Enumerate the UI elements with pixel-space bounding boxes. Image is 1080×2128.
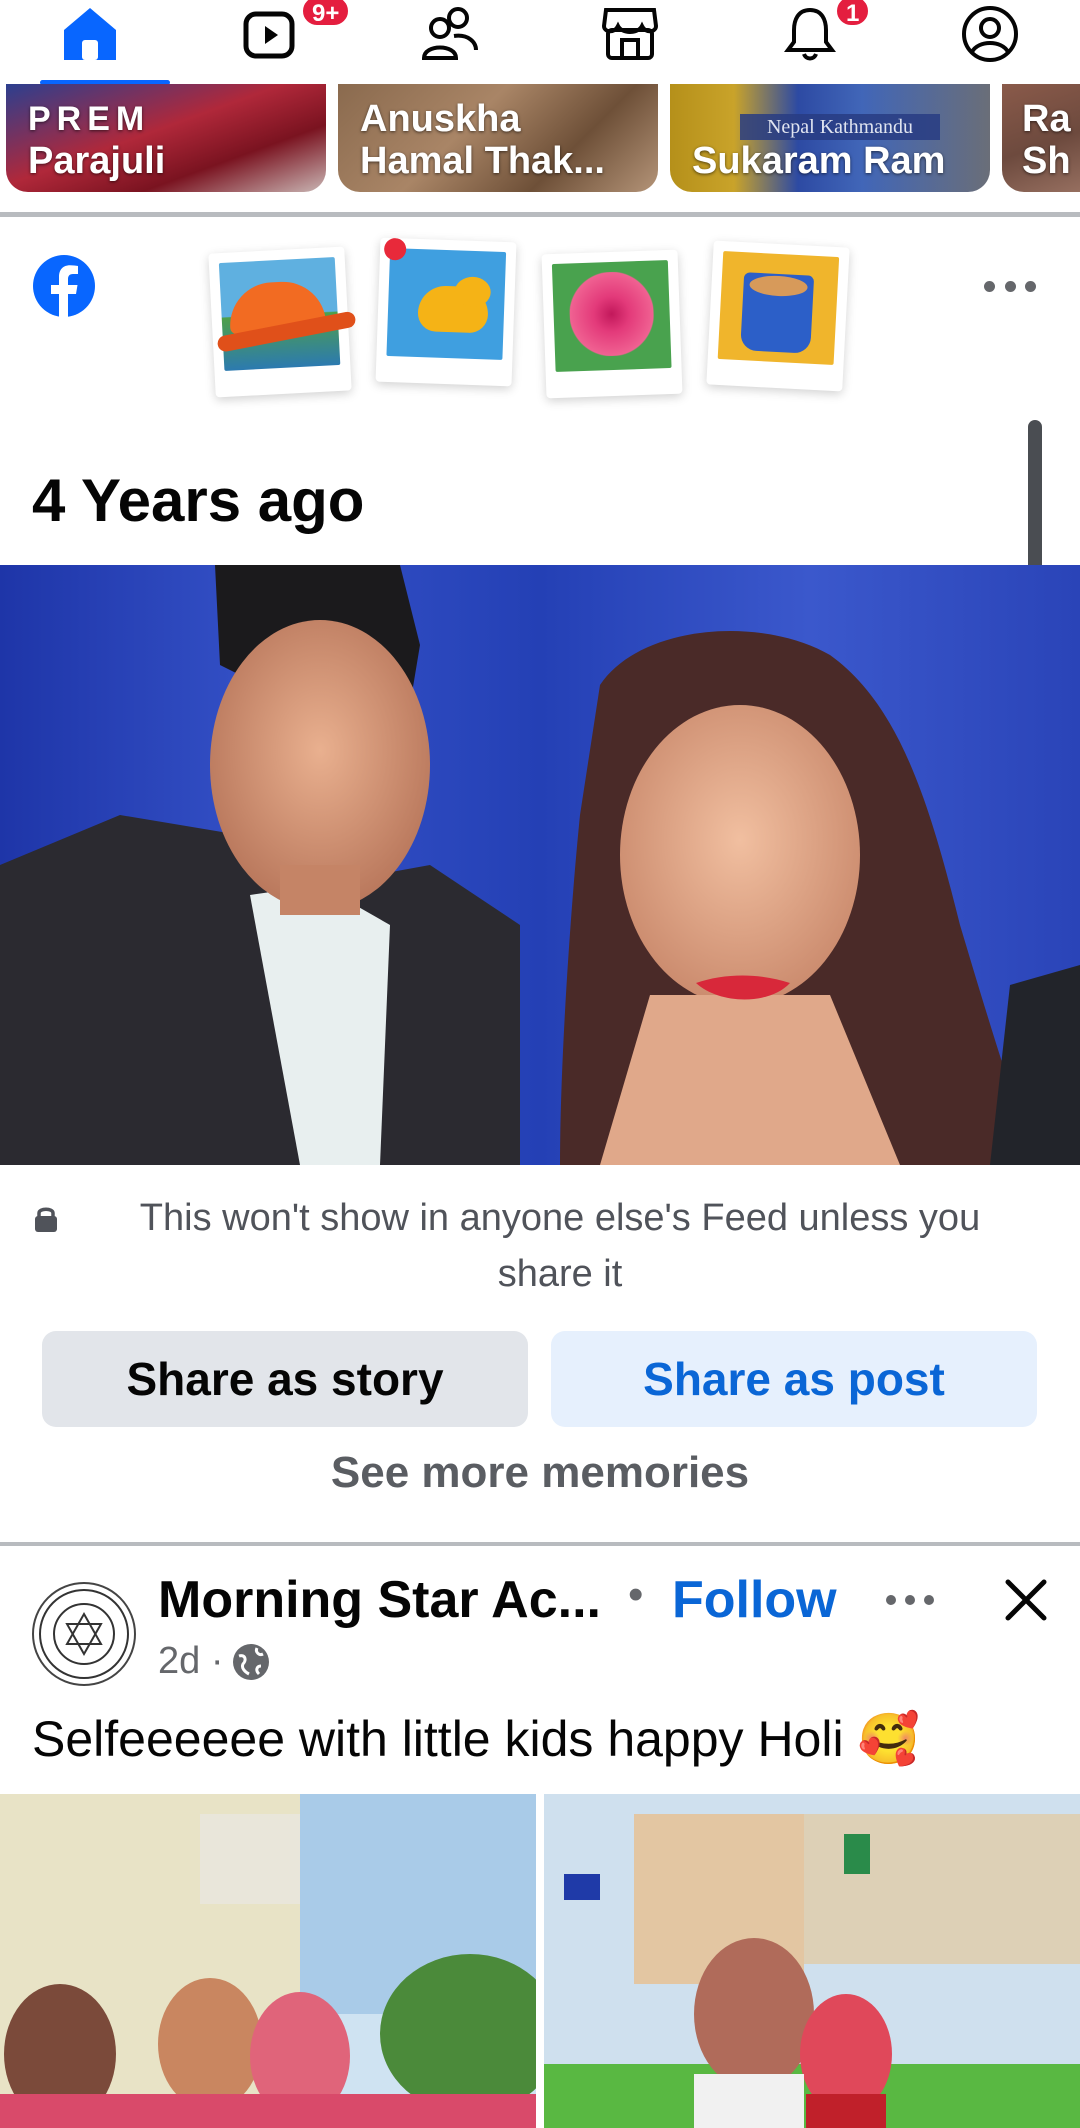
memory-more-options-button[interactable] bbox=[984, 276, 1036, 296]
dog-sticker-icon bbox=[386, 248, 507, 360]
stories-strip: PREM Parajuli Anuskha Hamal Thak... Nepa… bbox=[0, 84, 1080, 196]
profile-icon bbox=[962, 6, 1018, 62]
memory-sticker bbox=[541, 249, 683, 399]
section-divider bbox=[0, 1542, 1080, 1546]
school-logo-icon bbox=[39, 1589, 129, 1679]
memory-sticker bbox=[706, 240, 850, 392]
memory-sticker bbox=[208, 246, 357, 398]
tab-video[interactable]: 9+ bbox=[180, 0, 360, 84]
close-icon[interactable] bbox=[1002, 1576, 1050, 1624]
notifications-icon bbox=[784, 7, 836, 61]
story-card[interactable]: PREM Parajuli bbox=[6, 84, 326, 192]
memory-title: 4 Years ago bbox=[32, 467, 365, 534]
tab-home[interactable] bbox=[0, 0, 180, 84]
video-icon bbox=[243, 11, 295, 59]
tab-profile[interactable] bbox=[900, 0, 1080, 84]
globe-icon bbox=[233, 1643, 270, 1680]
share-as-post-button[interactable]: Share as post bbox=[551, 1331, 1037, 1427]
marketplace-icon bbox=[601, 8, 659, 60]
story-name-line1: PREM bbox=[28, 100, 151, 138]
post-time: 2d · bbox=[158, 1640, 224, 1682]
post-more-options-button[interactable] bbox=[886, 1592, 934, 1608]
dot bbox=[984, 280, 995, 292]
story-name-line1: Anuskha bbox=[360, 98, 521, 140]
share-as-story-button[interactable]: Share as story bbox=[42, 1331, 528, 1427]
story-name-line2: Sh bbox=[1022, 140, 1071, 182]
story-name-line2: Sukaram Ram bbox=[692, 140, 946, 182]
dot bbox=[1004, 280, 1016, 292]
friends-icon bbox=[421, 7, 478, 60]
story-card[interactable]: Ra Sh bbox=[1002, 84, 1080, 192]
post-photo[interactable] bbox=[544, 1794, 1080, 2128]
post-meta: 2d · bbox=[158, 1640, 271, 1683]
coffee-sticker-icon bbox=[717, 251, 840, 365]
video-badge: 9+ bbox=[300, 0, 352, 28]
post-photo-image bbox=[0, 1794, 536, 2128]
post-author-name[interactable]: Morning Star Ac... bbox=[158, 1570, 601, 1630]
tab-marketplace[interactable] bbox=[540, 0, 720, 84]
story-name-line2: Parajuli bbox=[28, 140, 166, 182]
follow-button[interactable]: Follow bbox=[672, 1570, 837, 1630]
story-name-line2: Hamal Thak... bbox=[360, 140, 605, 182]
dot bbox=[1025, 280, 1036, 292]
dot bbox=[886, 1595, 896, 1605]
top-navigation-bar: 9+ 1 bbox=[0, 0, 1080, 85]
home-icon bbox=[64, 8, 116, 60]
story-card[interactable]: Nepal Kathmandu Sukaram Ram bbox=[670, 84, 990, 192]
memory-sticker bbox=[375, 237, 517, 387]
privacy-note-text: This won't show in anyone else's Feed un… bbox=[139, 1197, 981, 1295]
story-caption: Nepal Kathmandu bbox=[740, 114, 940, 140]
section-divider bbox=[0, 212, 1080, 217]
hat-sticker-icon bbox=[216, 257, 357, 371]
memory-photo[interactable] bbox=[0, 565, 1080, 1165]
dot bbox=[905, 1595, 915, 1605]
facebook-logo-icon bbox=[33, 255, 95, 318]
privacy-note: This won't show in anyone else's Feed un… bbox=[0, 1190, 1080, 1300]
post-photo-image bbox=[544, 1794, 1080, 2128]
lock-icon bbox=[35, 1207, 57, 1232]
avatar[interactable] bbox=[32, 1582, 136, 1686]
story-name-line1: Ra bbox=[1022, 98, 1071, 140]
tab-friends[interactable] bbox=[360, 0, 540, 84]
notifications-badge: 1 bbox=[834, 0, 872, 28]
see-more-memories-link[interactable]: See more memories bbox=[0, 1448, 1080, 1498]
memory-photo-image bbox=[0, 565, 1080, 1165]
dot bbox=[924, 1595, 934, 1605]
separator-dot: • bbox=[628, 1570, 644, 1619]
tab-notifications[interactable]: 1 bbox=[720, 0, 900, 84]
flower-sticker-icon bbox=[551, 260, 672, 372]
post-photo[interactable] bbox=[0, 1794, 536, 2128]
post-text: Selfeeeeee with little kids happy Holi 🥰 bbox=[32, 1711, 920, 1767]
story-card[interactable]: Anuskha Hamal Thak... bbox=[338, 84, 658, 192]
